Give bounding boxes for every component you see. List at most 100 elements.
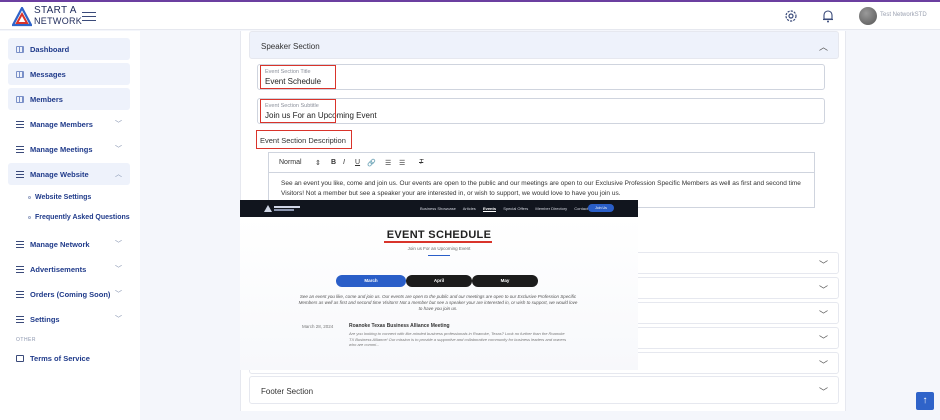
chevron-down-icon: ﹀ bbox=[818, 260, 828, 270]
preview-nav-link: Articles bbox=[462, 206, 476, 211]
preview-title: EVENT SCHEDULE bbox=[386, 229, 492, 241]
bell-icon[interactable] bbox=[820, 8, 836, 24]
preview-event-title: Roanoke Texas Business Alliance Meeting bbox=[349, 323, 450, 329]
preview-tab-march: March bbox=[336, 275, 406, 287]
chevron-up-icon: ︿ bbox=[115, 171, 122, 178]
sidebar-subitem-label: Frequently Asked Questions bbox=[35, 214, 130, 221]
brand-line2: NETWORK bbox=[34, 16, 83, 26]
chevron-down-icon: ﹀ bbox=[818, 310, 828, 320]
highlight-box bbox=[256, 130, 352, 149]
chevron-down-icon: ﹀ bbox=[115, 316, 122, 323]
sidebar-item-label: Advertisements bbox=[30, 264, 87, 274]
sidebar-item-manage-network[interactable]: Manage Network ﹀ bbox=[8, 233, 130, 255]
document-icon bbox=[16, 354, 24, 362]
preview-logo-icon bbox=[264, 205, 300, 212]
preview-nav-links: Business Showcase Articles Events Specia… bbox=[420, 206, 594, 212]
sidebar: Dashboard Messages Members Manage Member… bbox=[0, 31, 140, 420]
sidebar-item-dashboard[interactable]: Dashboard bbox=[8, 38, 130, 60]
preview-tab-april: April bbox=[406, 275, 472, 287]
preview-event-date: March 28, 2024 bbox=[302, 324, 334, 329]
clear-format-button[interactable]: T bbox=[419, 159, 423, 166]
highlight-underline bbox=[384, 241, 492, 243]
sidebar-item-label: Settings bbox=[30, 314, 60, 324]
preview-divider bbox=[428, 255, 450, 256]
ordered-list-button[interactable]: ☰ bbox=[385, 159, 391, 167]
chevron-down-icon: ﹀ bbox=[115, 241, 122, 248]
menu-toggle-icon[interactable] bbox=[82, 9, 96, 23]
preview-tab-may: May bbox=[472, 275, 538, 287]
sidebar-item-members[interactable]: Members bbox=[8, 88, 130, 110]
chevron-down-icon: ﹀ bbox=[818, 360, 828, 370]
speaker-section-header[interactable]: Speaker Section ︿ bbox=[249, 31, 839, 59]
format-select[interactable]: Normal bbox=[279, 159, 302, 166]
brand-logo[interactable]: START A NETWORK bbox=[12, 5, 84, 29]
footer-section-header[interactable]: Footer Section ﹀ bbox=[249, 376, 839, 404]
sidebar-item-advertisements[interactable]: Advertisements ﹀ bbox=[8, 258, 130, 280]
sidebar-item-settings[interactable]: Settings ﹀ bbox=[8, 308, 130, 330]
preview-nav-link: Member Directory bbox=[535, 206, 568, 211]
sidebar-item-label: Members bbox=[30, 94, 63, 104]
link-button[interactable]: 🔗 bbox=[367, 159, 376, 167]
website-preview-image: Business Showcase Articles Events Specia… bbox=[240, 200, 638, 370]
sidebar-item-label: Terms of Service bbox=[30, 353, 90, 363]
chevron-down-icon: ﹀ bbox=[115, 291, 122, 298]
chevron-down-icon: ﹀ bbox=[115, 146, 122, 153]
preview-nav-link-active: Events bbox=[482, 206, 497, 212]
italic-button[interactable]: I bbox=[343, 159, 345, 166]
preview-join-button: Join Us bbox=[588, 204, 614, 212]
sidebar-item-manage-meetings[interactable]: Manage Meetings ﹀ bbox=[8, 138, 130, 160]
bold-button[interactable]: B bbox=[331, 159, 336, 166]
sidebar-item-label: Orders (Coming Soon) bbox=[30, 289, 111, 299]
sidebar-item-label: Manage Website bbox=[30, 169, 89, 179]
sidebar-item-label: Messages bbox=[30, 69, 66, 79]
sidebar-subitem-website-settings[interactable]: Website Settings bbox=[28, 194, 91, 201]
format-select-caret-icon: ⇕ bbox=[315, 160, 321, 167]
highlight-box bbox=[260, 99, 336, 123]
top-bar: START A NETWORK Test NetworkSTD bbox=[0, 0, 940, 30]
sidebar-item-terms[interactable]: Terms of Service bbox=[8, 347, 130, 369]
sidebar-item-label: Manage Meetings bbox=[30, 144, 93, 154]
chevron-down-icon: ﹀ bbox=[115, 121, 122, 128]
sidebar-item-label: Manage Network bbox=[30, 239, 90, 249]
sidebar-subitem-faq[interactable]: Frequently Asked Questions bbox=[28, 214, 130, 221]
preview-body: EVENT SCHEDULE Join us For an Upcoming E… bbox=[240, 217, 638, 370]
sidebar-subitem-label: Website Settings bbox=[35, 194, 92, 201]
avatar[interactable] bbox=[859, 7, 877, 25]
chevron-down-icon: ﹀ bbox=[818, 285, 828, 295]
sidebar-section-label: OTHER bbox=[16, 337, 36, 343]
preview-subtitle: Join us For an Upcoming Event bbox=[407, 246, 471, 251]
sidebar-item-label: Manage Members bbox=[30, 119, 93, 129]
sidebar-item-orders[interactable]: Orders (Coming Soon) ﹀ bbox=[8, 283, 130, 305]
chevron-down-icon: ﹀ bbox=[818, 335, 828, 345]
list-icon bbox=[16, 145, 24, 153]
event-section-subtitle-field[interactable]: Event Section Subtitle Join us For an Up… bbox=[257, 98, 825, 124]
preview-nav-link: Contact bbox=[574, 206, 589, 211]
preview-event-description: Are you looking to connect with like-min… bbox=[349, 331, 567, 347]
chevron-down-icon: ﹀ bbox=[115, 266, 122, 273]
preview-paragraph: See an event you like, come and join us.… bbox=[298, 294, 578, 311]
dashboard-icon bbox=[16, 45, 24, 53]
editor-toolbar: Normal ⇕ B I U 🔗 ☰ ☰ T bbox=[268, 152, 815, 172]
underline-button[interactable]: U bbox=[355, 159, 360, 166]
list-icon bbox=[16, 170, 24, 178]
list-icon bbox=[16, 240, 24, 248]
list-icon bbox=[16, 315, 24, 323]
sidebar-item-manage-members[interactable]: Manage Members ﹀ bbox=[8, 113, 130, 135]
section-title: Speaker Section bbox=[261, 42, 320, 51]
brand-line1: START A bbox=[34, 5, 77, 16]
preview-nav-link: Special Offers bbox=[503, 206, 529, 211]
sidebar-item-manage-website[interactable]: Manage Website ︿ bbox=[8, 163, 130, 185]
scroll-to-top-button[interactable]: ↑ bbox=[916, 392, 934, 410]
chevron-down-icon: ﹀ bbox=[818, 387, 828, 397]
chevron-up-icon: ︿ bbox=[818, 42, 828, 52]
preview-nav-link: Business Showcase bbox=[420, 206, 456, 211]
bullet-icon bbox=[28, 196, 31, 199]
gear-icon[interactable] bbox=[783, 8, 799, 24]
event-section-title-field[interactable]: Event Section Title Event Schedule bbox=[257, 64, 825, 90]
bullet-icon bbox=[28, 216, 31, 219]
sidebar-item-messages[interactable]: Messages bbox=[8, 63, 130, 85]
list-icon bbox=[16, 265, 24, 273]
bullet-list-button[interactable]: ☰ bbox=[399, 159, 405, 167]
user-name[interactable]: Test NetworkSTD bbox=[880, 12, 927, 18]
messages-icon bbox=[16, 70, 24, 78]
